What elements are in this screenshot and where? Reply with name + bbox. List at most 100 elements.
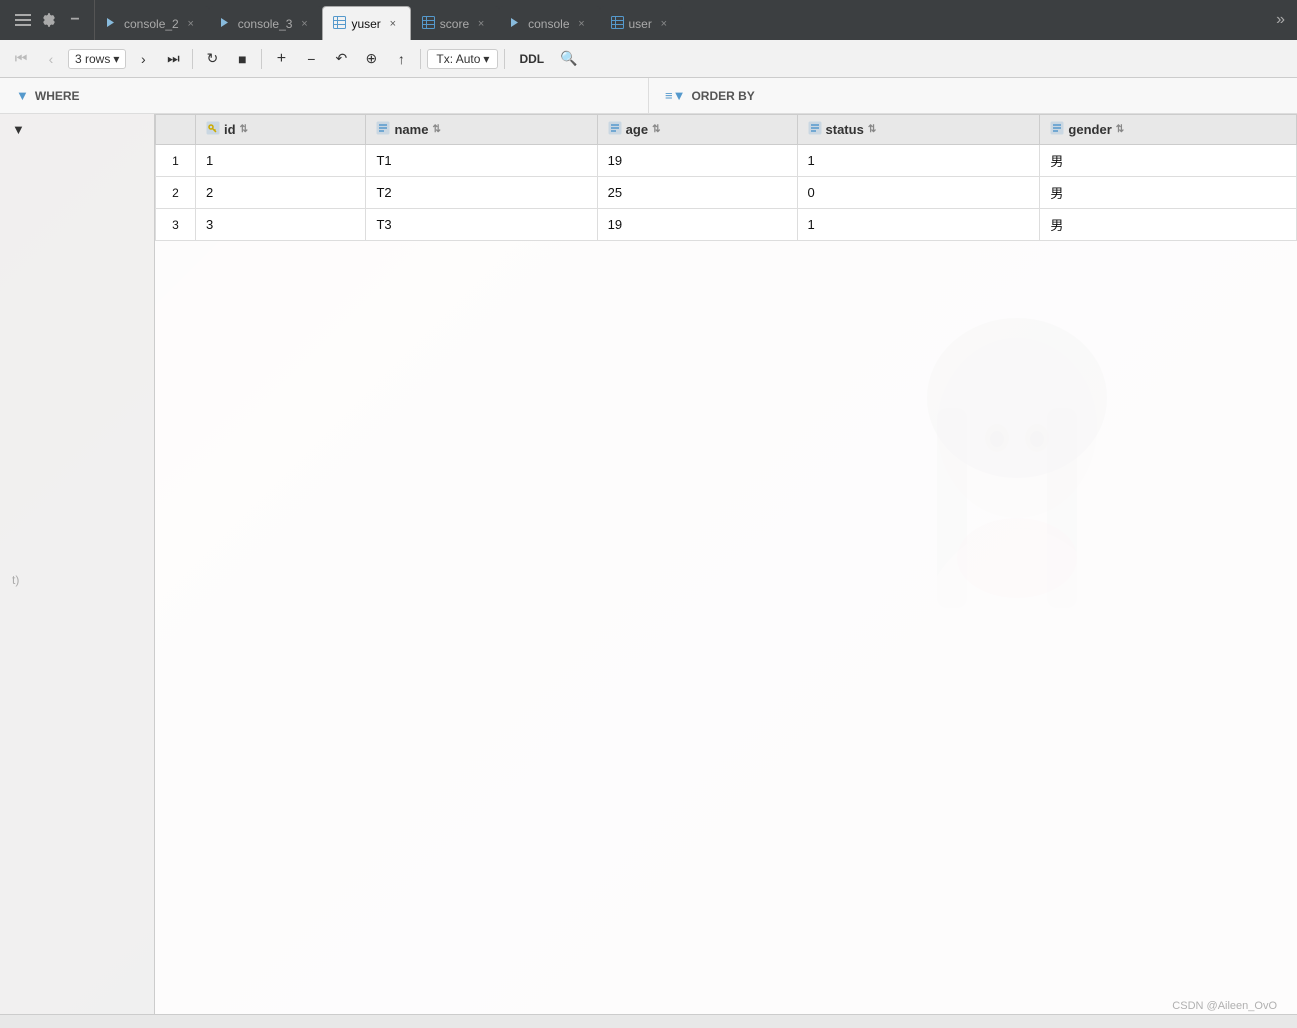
- tab-console_2[interactable]: console_2 ×: [95, 6, 209, 40]
- delete-row-button[interactable]: −: [298, 46, 324, 72]
- cell-name-row2[interactable]: T2: [366, 177, 597, 209]
- tab-close-yuser[interactable]: ×: [386, 17, 400, 31]
- cell-age-row1[interactable]: 19: [597, 145, 797, 177]
- gear-icon-button[interactable]: [38, 9, 60, 31]
- separator-4: [504, 49, 505, 69]
- prev-row-button[interactable]: ‹: [38, 46, 64, 72]
- table-row[interactable]: 22T2250男: [156, 177, 1297, 209]
- table-row[interactable]: 11T1191男: [156, 145, 1297, 177]
- left-sidebar: ▼ t): [0, 114, 155, 1014]
- filter-icon: ▼: [16, 88, 29, 103]
- table-area: id⇅name⇅age⇅status⇅gender⇅ 11T1191男22T22…: [155, 114, 1297, 1014]
- tx-selector[interactable]: Tx: Auto ▾: [427, 49, 498, 69]
- tab-icon-user: [611, 16, 624, 32]
- table-header-row: id⇅name⇅ age ⇅ status ⇅ gender ⇅: [156, 115, 1297, 145]
- col-header-id[interactable]: id⇅: [196, 115, 366, 145]
- col-name-status: status: [826, 122, 864, 137]
- sidebar-filter-icon: ▼: [12, 122, 25, 137]
- sidebar-filter-button[interactable]: ▼: [0, 114, 154, 145]
- watermark: CSDN @Aileen_OvO: [1172, 1000, 1277, 1012]
- cell-gender-row1[interactable]: 男: [1040, 145, 1297, 177]
- tab-label-yuser: yuser: [351, 17, 380, 31]
- col-header-status[interactable]: status ⇅: [797, 115, 1040, 145]
- cell-status-row2[interactable]: 0: [797, 177, 1040, 209]
- where-label: WHERE: [35, 89, 80, 103]
- cell-id-row2[interactable]: 2: [196, 177, 366, 209]
- sidebar-placeholder-text: t): [0, 565, 154, 595]
- tab-close-console_3[interactable]: ×: [297, 17, 311, 31]
- col-sort-icon-name[interactable]: ⇅: [432, 124, 440, 135]
- toolbar: ⏮ ‹ 3 rows ▾ › ⏭ ↻ ■ + − ↶ ⊕ ↑ Tx: Auto …: [0, 40, 1297, 78]
- export-button[interactable]: ↑: [388, 46, 414, 72]
- undo-button[interactable]: ↶: [328, 46, 354, 72]
- tab-icon-yuser: [333, 16, 346, 32]
- col-name-gender: gender: [1068, 122, 1111, 137]
- cell-status-row3[interactable]: 1: [797, 209, 1040, 241]
- tab-score[interactable]: score ×: [411, 6, 499, 40]
- where-section: ▼ WHERE: [0, 78, 649, 113]
- row-num-2: 2: [156, 177, 196, 209]
- col-header-gender[interactable]: gender ⇅: [1040, 115, 1297, 145]
- tab-close-console_2[interactable]: ×: [184, 17, 198, 31]
- col-type-icon-age: [608, 121, 622, 138]
- separator-1: [192, 49, 193, 69]
- row-count-label: 3 rows: [75, 52, 110, 66]
- col-type-icon-gender: [1050, 121, 1064, 138]
- tx-label: Tx: Auto: [436, 52, 480, 66]
- col-name-age: age: [626, 122, 648, 137]
- row-num-1: 1: [156, 145, 196, 177]
- ddl-button[interactable]: DDL: [511, 50, 552, 68]
- order-by-section: ≡▼ ORDER BY: [649, 78, 1297, 113]
- cell-gender-row2[interactable]: 男: [1040, 177, 1297, 209]
- tab-user[interactable]: user ×: [600, 6, 682, 40]
- col-header-name[interactable]: name⇅: [366, 115, 597, 145]
- tab-icon-console_2: [106, 16, 119, 32]
- row-number-header: [156, 115, 196, 145]
- tab-console_3[interactable]: console_3×: [209, 6, 323, 40]
- cell-name-row3[interactable]: T3: [366, 209, 597, 241]
- last-row-button[interactable]: ⏭: [160, 46, 186, 72]
- tab-bar-left-icons: −: [4, 0, 95, 40]
- add-row-button[interactable]: +: [268, 46, 294, 72]
- chevron-down-icon: ▾: [113, 52, 119, 66]
- table-row[interactable]: 33T3191男: [156, 209, 1297, 241]
- minimize-icon-button[interactable]: −: [64, 9, 86, 31]
- col-type-icon-name: [376, 121, 390, 138]
- cell-age-row3[interactable]: 19: [597, 209, 797, 241]
- tab-console[interactable]: console ×: [499, 6, 599, 40]
- bottom-scrollbar[interactable]: [0, 1014, 1297, 1028]
- tab-label-score: score: [440, 17, 469, 31]
- first-row-button[interactable]: ⏮: [8, 46, 34, 72]
- col-sort-icon-status[interactable]: ⇅: [868, 124, 876, 135]
- cell-name-row1[interactable]: T1: [366, 145, 597, 177]
- tab-label-console: console: [528, 17, 569, 31]
- tab-close-score[interactable]: ×: [474, 17, 488, 31]
- separator-2: [261, 49, 262, 69]
- row-count-selector[interactable]: 3 rows ▾: [68, 49, 126, 69]
- tab-close-user[interactable]: ×: [657, 17, 671, 31]
- cell-id-row1[interactable]: 1: [196, 145, 366, 177]
- search-button[interactable]: 🔍: [556, 46, 582, 72]
- col-header-age[interactable]: age ⇅: [597, 115, 797, 145]
- content-area: ▼ t) id⇅name⇅age⇅status⇅gender⇅ 11T1191男…: [0, 114, 1297, 1014]
- tab-yuser[interactable]: yuser ×: [322, 6, 410, 40]
- col-type-icon-status: [808, 121, 822, 138]
- col-sort-icon-gender[interactable]: ⇅: [1116, 124, 1124, 135]
- cell-gender-row3[interactable]: 男: [1040, 209, 1297, 241]
- col-sort-icon-id[interactable]: ⇅: [240, 124, 248, 135]
- cell-id-row3[interactable]: 3: [196, 209, 366, 241]
- tabs-container: console_2×console_3×yuser×score×console×…: [95, 0, 1268, 40]
- tab-label-console_2: console_2: [124, 17, 179, 31]
- duplicate-button[interactable]: ⊕: [358, 46, 384, 72]
- tab-label-user: user: [629, 17, 652, 31]
- cell-status-row1[interactable]: 1: [797, 145, 1040, 177]
- next-row-button[interactable]: ›: [130, 46, 156, 72]
- menu-icon-button[interactable]: [12, 9, 34, 31]
- refresh-button[interactable]: ↻: [199, 46, 225, 72]
- col-sort-icon-age[interactable]: ⇅: [652, 124, 660, 135]
- cell-age-row2[interactable]: 25: [597, 177, 797, 209]
- tab-more-button[interactable]: »: [1268, 11, 1293, 29]
- horizontal-scrollbar-track[interactable]: [0, 1015, 1297, 1028]
- tab-close-console[interactable]: ×: [575, 17, 589, 31]
- stop-button[interactable]: ■: [229, 46, 255, 72]
